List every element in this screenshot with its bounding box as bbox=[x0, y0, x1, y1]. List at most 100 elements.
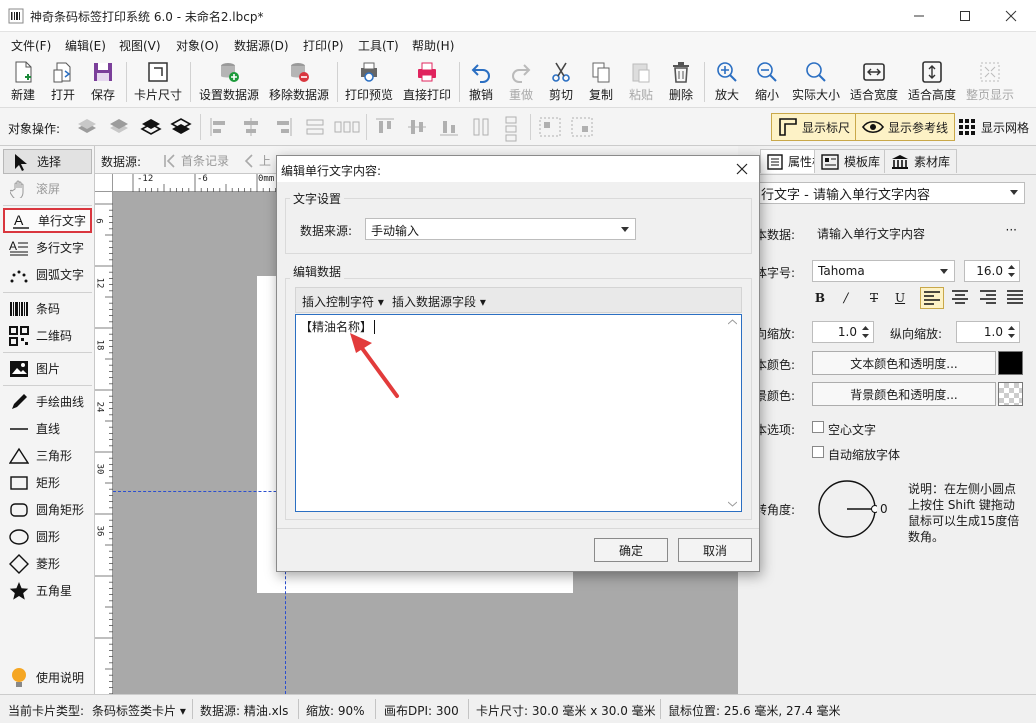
bold-button[interactable]: B bbox=[812, 291, 828, 307]
tab-templates[interactable]: 模板库 bbox=[814, 149, 888, 173]
scroll-up-icon[interactable] bbox=[728, 319, 737, 325]
prev-record-button[interactable]: 上 bbox=[243, 152, 271, 169]
tool-rect[interactable]: 矩形 bbox=[3, 470, 92, 495]
zoom-in-button[interactable]: 放大 bbox=[710, 60, 744, 106]
first-record-button[interactable]: 首条记录 bbox=[163, 152, 229, 169]
underline-button[interactable]: U bbox=[892, 291, 908, 307]
autoshrink-checkbox[interactable] bbox=[812, 446, 824, 458]
tool-freehand[interactable]: 手绘曲线 bbox=[3, 389, 92, 414]
card-size-button[interactable]: 卡片尺寸 bbox=[131, 60, 185, 106]
cancel-button[interactable]: 取消 bbox=[678, 538, 752, 562]
maximize-button[interactable] bbox=[942, 0, 988, 32]
paste-button[interactable]: 粘贴 bbox=[624, 60, 658, 106]
cut-button[interactable]: 剪切 bbox=[544, 60, 578, 106]
align-left-text-button[interactable] bbox=[920, 287, 944, 309]
ok-button[interactable]: 确定 bbox=[594, 538, 668, 562]
tool-arc-text[interactable]: 圆弧文字 bbox=[3, 262, 92, 287]
tool-diamond[interactable]: 菱形 bbox=[3, 551, 92, 576]
bg-color-swatch[interactable] bbox=[998, 382, 1023, 406]
minimize-button[interactable] bbox=[896, 0, 942, 32]
ungroup-icon[interactable] bbox=[570, 116, 594, 138]
redo-button[interactable]: 重做 bbox=[504, 60, 538, 106]
content-textarea[interactable]: 【精油名称】 bbox=[295, 314, 742, 512]
menu-edit[interactable]: 编辑(E) bbox=[65, 37, 106, 54]
hollow-checkbox[interactable] bbox=[812, 421, 824, 433]
fit-width-button[interactable]: 适合宽度 bbox=[847, 60, 901, 106]
text-color-button[interactable]: 文本颜色和透明度... bbox=[812, 351, 996, 375]
same-height-icon[interactable] bbox=[470, 116, 492, 138]
insert-field-menu[interactable]: 插入数据源字段 ▾ bbox=[392, 293, 486, 310]
tab-materials[interactable]: 素材库 bbox=[884, 149, 958, 173]
send-back-icon[interactable] bbox=[170, 116, 192, 138]
align-center-icon[interactable] bbox=[240, 116, 262, 138]
layer-down-icon[interactable] bbox=[108, 116, 130, 138]
same-width-icon[interactable] bbox=[304, 116, 326, 138]
bg-color-button[interactable]: 背景颜色和透明度... bbox=[812, 382, 996, 406]
new-button[interactable]: 新建 bbox=[6, 60, 40, 106]
bring-front-icon[interactable] bbox=[140, 116, 162, 138]
undo-button[interactable]: 撤销 bbox=[464, 60, 498, 106]
source-select[interactable]: 手动输入 bbox=[365, 218, 636, 240]
distribute-h-icon[interactable] bbox=[334, 116, 360, 138]
zoom-out-button[interactable]: 缩小 bbox=[750, 60, 784, 106]
menu-datasource[interactable]: 数据源(D) bbox=[234, 37, 289, 54]
distribute-v-icon[interactable] bbox=[500, 116, 522, 142]
align-center-text-button[interactable] bbox=[949, 287, 973, 309]
tool-line[interactable]: 直线 bbox=[3, 416, 92, 441]
show-grid-toggle[interactable]: 显示网格 bbox=[951, 113, 1035, 141]
align-right-text-button[interactable] bbox=[977, 287, 1001, 309]
tool-help[interactable]: 使用说明 bbox=[3, 665, 92, 690]
show-guides-toggle[interactable]: 显示参考线 bbox=[855, 113, 956, 141]
menu-tools[interactable]: 工具(T) bbox=[358, 37, 399, 54]
tool-triangle[interactable]: 三角形 bbox=[3, 443, 92, 468]
tool-ellipse[interactable]: 圆形 bbox=[3, 524, 92, 549]
align-left-icon[interactable] bbox=[208, 116, 230, 138]
insert-ctrl-menu[interactable]: 插入控制字符 ▾ bbox=[302, 293, 384, 310]
tool-single-text[interactable]: A 单行文字 bbox=[3, 208, 92, 233]
font-name-select[interactable]: Tahoma bbox=[812, 260, 955, 282]
save-button[interactable]: 保存 bbox=[86, 60, 120, 106]
more-button[interactable]: ··· bbox=[1006, 223, 1017, 237]
rotation-dial[interactable] bbox=[817, 479, 877, 539]
object-selector[interactable]: 行文字 - 请输入单行文字内容 bbox=[755, 182, 1025, 204]
remove-datasource-button[interactable]: 移除数据源 bbox=[266, 60, 332, 106]
vscale-spinner[interactable]: 1.0 bbox=[956, 321, 1020, 343]
strikethrough-button[interactable]: T bbox=[866, 291, 882, 307]
card-type-dropdown[interactable]: 条码标签类卡片 ▾ bbox=[92, 702, 186, 719]
font-size-spinner[interactable]: 16.0 bbox=[964, 260, 1020, 282]
set-datasource-button[interactable]: 设置数据源 bbox=[196, 60, 262, 106]
align-bottom-icon[interactable] bbox=[438, 116, 460, 138]
group-icon[interactable] bbox=[538, 116, 562, 138]
menu-file[interactable]: 文件(F) bbox=[11, 37, 51, 54]
dialog-close-button[interactable] bbox=[735, 162, 749, 176]
hscale-spinner[interactable]: 1.0 bbox=[812, 321, 874, 343]
menu-object[interactable]: 对象(O) bbox=[176, 37, 219, 54]
tool-select[interactable]: 选择 bbox=[3, 149, 92, 174]
align-right-icon[interactable] bbox=[272, 116, 294, 138]
menu-print[interactable]: 打印(P) bbox=[303, 37, 344, 54]
fit-height-button[interactable]: 适合高度 bbox=[905, 60, 959, 106]
tool-scroll[interactable]: 滚屏 bbox=[3, 176, 92, 201]
menu-help[interactable]: 帮助(H) bbox=[412, 37, 454, 54]
menu-view[interactable]: 视图(V) bbox=[119, 37, 161, 54]
tool-barcode[interactable]: 条码 bbox=[3, 296, 92, 321]
delete-button[interactable]: 删除 bbox=[664, 60, 698, 106]
show-ruler-toggle[interactable]: 显示标尺 bbox=[771, 113, 858, 141]
tool-qrcode[interactable]: 二维码 bbox=[3, 323, 92, 348]
actual-size-button[interactable]: 实际大小 bbox=[788, 60, 844, 106]
tool-star[interactable]: 五角星 bbox=[3, 578, 92, 603]
align-top-icon[interactable] bbox=[374, 116, 396, 138]
scroll-down-icon[interactable] bbox=[728, 501, 737, 507]
direct-print-button[interactable]: 直接打印 bbox=[400, 60, 454, 106]
tool-round-rect[interactable]: 圆角矩形 bbox=[3, 497, 92, 522]
layer-up-icon[interactable] bbox=[76, 116, 98, 138]
text-color-swatch[interactable] bbox=[998, 351, 1023, 375]
print-preview-button[interactable]: 打印预览 bbox=[341, 60, 397, 106]
data-value-field[interactable]: 请输入单行文字内容 ··· bbox=[812, 222, 1025, 244]
copy-button[interactable]: 复制 bbox=[584, 60, 618, 106]
fit-page-button[interactable]: 整页显示 bbox=[963, 60, 1017, 106]
open-button[interactable]: 打开 bbox=[46, 60, 80, 106]
close-window-button[interactable] bbox=[988, 0, 1034, 32]
italic-button[interactable]: / bbox=[838, 291, 854, 307]
justify-text-button[interactable] bbox=[1004, 287, 1028, 309]
